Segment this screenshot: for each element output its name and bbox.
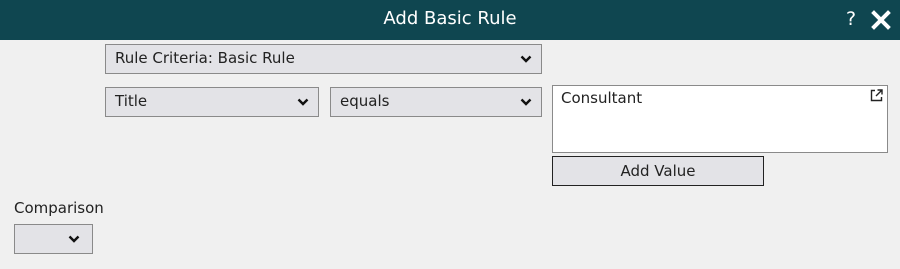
dialog-titlebar: Add Basic Rule ? — [0, 0, 900, 40]
comparison-label: Comparison — [14, 199, 104, 217]
chevron-down-icon — [520, 98, 532, 106]
chevron-down-icon — [297, 98, 309, 106]
chevron-down-icon — [68, 235, 80, 243]
help-icon[interactable]: ? — [846, 0, 856, 40]
external-link-icon[interactable] — [870, 89, 883, 102]
add-value-button[interactable]: Add Value — [552, 156, 764, 186]
field-select[interactable]: Title — [105, 87, 319, 117]
dialog-title: Add Basic Rule — [383, 8, 517, 29]
add-basic-rule-dialog: Add Basic Rule ? Rule Criteria: Basic Ru… — [0, 0, 900, 269]
rule-criteria-select[interactable]: Rule Criteria: Basic Rule — [105, 44, 542, 74]
chevron-down-icon — [520, 55, 532, 63]
operator-select-value: equals — [340, 92, 390, 110]
close-icon[interactable] — [871, 10, 891, 30]
rule-criteria-value: Rule Criteria: Basic Rule — [115, 49, 295, 67]
comparison-select[interactable] — [14, 224, 93, 254]
value-textarea[interactable]: Consultant — [552, 85, 888, 153]
operator-select[interactable]: equals — [330, 87, 542, 117]
value-text: Consultant — [561, 89, 643, 107]
field-select-value: Title — [115, 92, 148, 110]
